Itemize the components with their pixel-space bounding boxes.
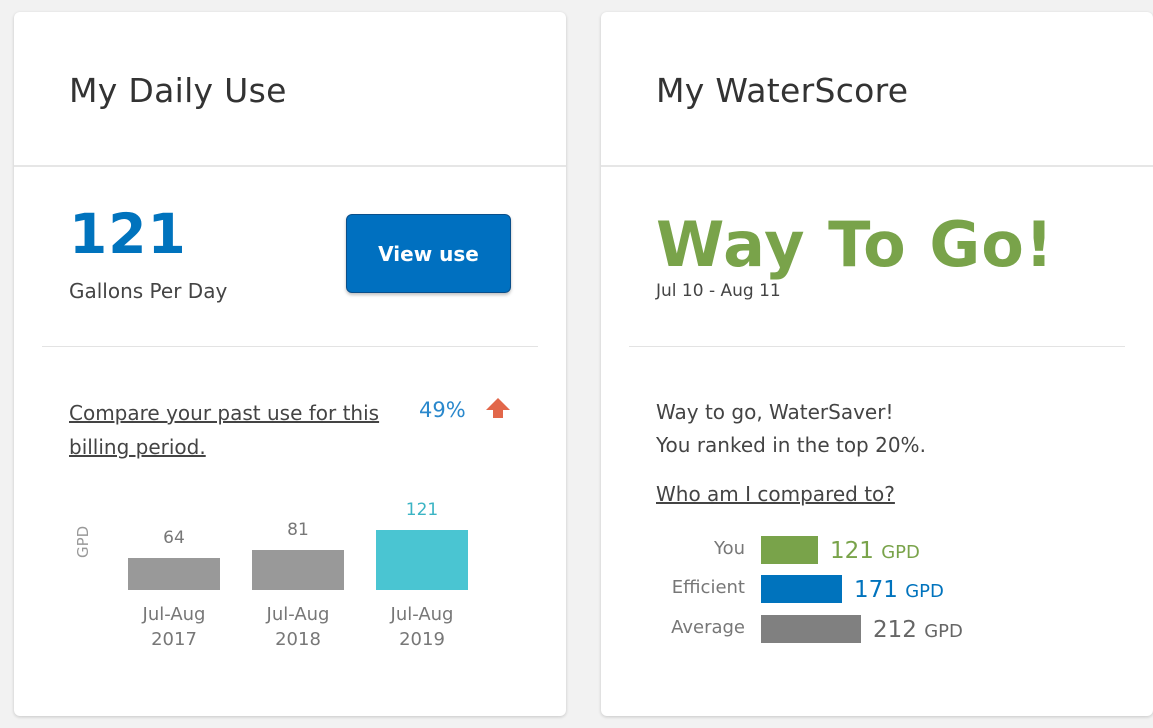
comparison-value: 212 GPD: [873, 617, 963, 643]
comparison-bar: [761, 575, 842, 603]
waterscore-message: Way to go, WaterSaver! You ranked in the…: [656, 396, 926, 462]
past-use-bar: [128, 558, 220, 590]
category-period: Jul-Aug: [390, 604, 454, 625]
comparison-number: 171: [854, 577, 906, 603]
view-use-button[interactable]: View use: [346, 214, 511, 293]
comparison-label: Average: [671, 617, 745, 638]
past-use-bar-value: 81: [287, 520, 309, 540]
comparison-value: 171 GPD: [854, 577, 944, 603]
message-line-2: You ranked in the top 20%.: [656, 433, 926, 457]
comparison-unit: GPD: [881, 542, 920, 563]
change-percent: 49%: [419, 398, 466, 422]
daily-use-header: My Daily Use: [14, 12, 566, 167]
waterscore-header: My WaterScore: [601, 12, 1153, 167]
message-line-1: Way to go, WaterSaver!: [656, 400, 894, 424]
daily-use-value: 121: [69, 202, 187, 266]
waterscore-headline: Way To Go!: [656, 208, 1055, 281]
comparison-unit: GPD: [905, 581, 944, 602]
daily-use-title: My Daily Use: [69, 71, 287, 110]
comparison-label: You: [713, 538, 745, 559]
category-year: 2019: [399, 629, 445, 650]
arrow-up-icon: [486, 398, 510, 418]
past-use-bar-category: Jul-Aug 2017: [128, 602, 220, 652]
daily-use-card: My Daily Use 121 Gallons Per Day View us…: [14, 12, 566, 716]
category-period: Jul-Aug: [266, 604, 330, 625]
past-use-bar-category: Jul-Aug 2019: [376, 602, 468, 652]
waterscore-divider: [629, 346, 1125, 347]
who-compared-link[interactable]: Who am I compared to?: [656, 482, 895, 506]
past-use-bar-category: Jul-Aug 2018: [252, 602, 344, 652]
comparison-bar: [761, 615, 861, 643]
category-year: 2018: [275, 629, 321, 650]
past-use-bar: [252, 550, 344, 590]
compare-past-use-link[interactable]: Compare your past use for this billing p…: [69, 396, 399, 464]
category-year: 2017: [151, 629, 197, 650]
waterscore-card: My WaterScore Way To Go! Jul 10 - Aug 11…: [601, 12, 1153, 716]
gallons-per-day-label: Gallons Per Day: [69, 279, 228, 303]
past-use-bar: [376, 530, 468, 590]
comparison-bar: [761, 536, 818, 564]
comparison-unit: GPD: [924, 621, 963, 642]
waterscore-title: My WaterScore: [656, 71, 909, 110]
comparison-number: 212: [873, 617, 925, 643]
past-use-bar-value: 121: [405, 500, 439, 520]
comparison-label: Efficient: [671, 577, 745, 598]
category-period: Jul-Aug: [142, 604, 206, 625]
comparison-number: 121: [830, 538, 882, 564]
comparison-value: 121 GPD: [830, 538, 920, 564]
past-use-bar-value: 64: [163, 528, 185, 548]
billing-date-range: Jul 10 - Aug 11: [656, 281, 781, 301]
daily-use-divider: [42, 346, 538, 347]
chart-y-axis-label: GPD: [74, 525, 92, 558]
view-use-button-label: View use: [378, 241, 479, 266]
